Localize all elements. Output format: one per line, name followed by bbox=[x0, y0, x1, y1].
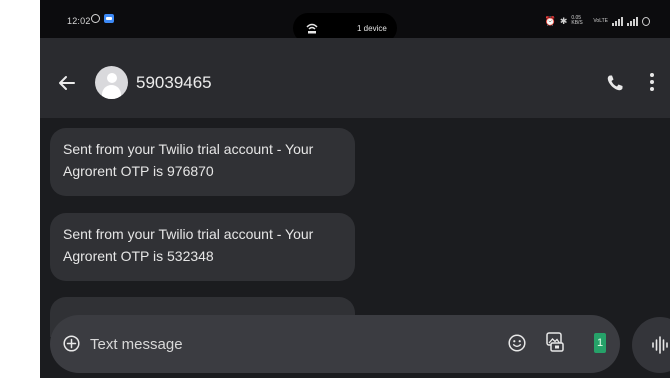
messages-notification-icon bbox=[104, 14, 114, 23]
network-speed: 0.05 KB/S bbox=[571, 15, 583, 26]
message-bubble[interactable]: Sent from your Twilio trial account - Yo… bbox=[50, 128, 355, 196]
voice-message-button[interactable] bbox=[632, 317, 670, 373]
message-text-line: Agrorent OTP is 532348 bbox=[63, 248, 214, 264]
status-bar: 12:02 1 device ⏰ ✱ 0.05 KB/S VoLTE bbox=[40, 0, 670, 43]
person-icon-head bbox=[107, 73, 117, 83]
status-icons: ⏰ ✱ 0.05 KB/S VoLTE bbox=[545, 15, 650, 27]
gallery-icon[interactable] bbox=[546, 332, 564, 352]
whatsapp-notification-icon bbox=[91, 14, 100, 23]
emoji-icon[interactable] bbox=[508, 334, 526, 352]
add-circle-icon[interactable] bbox=[63, 335, 80, 352]
message-bubble[interactable]: Sent from your Twilio trial account - Yo… bbox=[50, 213, 355, 281]
status-time: 12:02 bbox=[67, 16, 91, 26]
conversation-header: 59039465 bbox=[40, 38, 670, 118]
phone-icon[interactable] bbox=[606, 74, 624, 92]
message-text-line: Sent from your Twilio trial account - Yo… bbox=[63, 141, 314, 157]
message-text-line: Agrorent OTP is 976870 bbox=[63, 163, 214, 179]
voice-wave-icon bbox=[652, 336, 668, 354]
pill-label: 1 device bbox=[357, 24, 387, 33]
message-text-line: Sent from your Twilio trial account - Yo… bbox=[63, 226, 314, 242]
message-input[interactable] bbox=[90, 333, 450, 355]
phone-screen: 12:02 1 device ⏰ ✱ 0.05 KB/S VoLTE 59039… bbox=[40, 0, 670, 378]
arrow-left-icon[interactable] bbox=[56, 72, 78, 94]
battery-icon bbox=[642, 16, 650, 26]
avatar[interactable] bbox=[95, 66, 128, 99]
network-type: VoLTE bbox=[593, 17, 608, 24]
bluetooth-icon: ✱ bbox=[559, 16, 568, 26]
compose-bar: 1 bbox=[50, 315, 620, 373]
person-icon-body bbox=[102, 85, 121, 99]
more-vert-icon[interactable] bbox=[648, 73, 656, 93]
sim-selector-button[interactable]: 1 bbox=[594, 333, 606, 353]
contact-name[interactable]: 59039465 bbox=[136, 73, 212, 93]
left-margin bbox=[0, 0, 40, 378]
signal-icon bbox=[612, 16, 623, 26]
alarm-icon: ⏰ bbox=[544, 16, 556, 26]
cast-icon bbox=[306, 23, 318, 34]
signal-icon-2 bbox=[627, 16, 638, 26]
